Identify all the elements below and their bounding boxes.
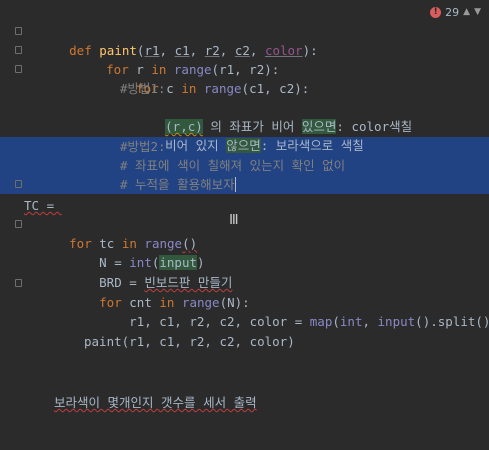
code-line-8[interactable]: # 좌표에 색이 칠해져 있는지 확인 없이 xyxy=(0,156,489,175)
chevron-up-icon[interactable]: ▲ xyxy=(463,7,470,17)
code-line-9[interactable]: # 누적을 활용해보자 xyxy=(0,175,489,194)
code-line-15[interactable]: r1, c1, r2, c2, color = map(int, input()… xyxy=(0,293,489,329)
code-line-12[interactable]: N = int(input) xyxy=(0,234,489,270)
code-text: 보라색이 몇개인지 갯수를 세서 출력 xyxy=(54,395,257,410)
code-line-10[interactable]: TC = xyxy=(0,196,489,215)
mouse-ibeam-icon: Ⅲ xyxy=(229,212,239,228)
fold-toggle-icon[interactable] xyxy=(15,220,22,228)
inspection-widget[interactable]: ! 29 ▲ ▼ xyxy=(430,4,481,20)
code-line-7[interactable]: #방법2: xyxy=(0,137,489,156)
code-line-6[interactable]: 비어 있지 않으면: 보라색으로 색칠 xyxy=(0,117,489,153)
code-line-1[interactable]: def paint(r1, c1, r2, c2, color): xyxy=(0,22,489,58)
code-line-4[interactable]: #방법1: xyxy=(0,79,489,98)
comment: # 좌표에 색이 칠해져 있는지 확인 없이 xyxy=(120,158,346,173)
fold-toggle-icon[interactable] xyxy=(15,65,22,73)
code-text: r1, c1, r2, c2, color = xyxy=(129,314,310,329)
text-caret xyxy=(234,177,236,192)
error-count: 29 xyxy=(445,5,460,19)
error-icon: ! xyxy=(430,6,442,18)
fold-toggle-icon[interactable] xyxy=(15,180,22,188)
code-text: ().split()) xyxy=(415,314,489,329)
builtin-input: input xyxy=(377,314,416,329)
fold-toggle-icon[interactable] xyxy=(15,279,22,287)
code-line-14[interactable]: for cnt in range(N): xyxy=(0,274,489,310)
code-line-3[interactable]: for c in range(c1, c2): xyxy=(0,60,489,96)
comment: #방법1: xyxy=(120,81,166,96)
comma: , xyxy=(362,314,378,329)
builtin-map: map xyxy=(309,314,333,329)
code-editor[interactable]: ! 29 ▲ ▼ def paint(r1, c1, r2, c2, color… xyxy=(0,0,489,443)
paren: ( xyxy=(332,314,340,329)
code-text: TC = xyxy=(24,198,62,213)
builtin-int: int xyxy=(339,314,363,329)
code-line-17[interactable]: paint(r1, c1, r2, c2, color) xyxy=(0,332,489,351)
comment: #방법2: xyxy=(120,139,166,154)
fold-toggle-icon[interactable] xyxy=(15,27,22,35)
code-line-5[interactable]: (r,c) 의 좌표가 비어 있으면: color색칠 xyxy=(0,98,489,134)
code-text: paint(r1, c1, r2, c2, color) xyxy=(84,334,295,349)
comment: # 누적을 활용해보자 xyxy=(120,177,235,192)
chevron-down-icon[interactable]: ▼ xyxy=(474,7,481,17)
code-line-11[interactable]: for tc in range() xyxy=(0,215,489,251)
code-line-20[interactable]: 보라색이 몇개인지 갯수를 세서 출력 xyxy=(0,393,489,412)
fold-toggle-icon[interactable] xyxy=(15,46,22,54)
code-line-2[interactable]: for r in range(r1, r2): xyxy=(0,41,489,77)
code-line-13[interactable]: BRD = 빈보드판 만들기 xyxy=(0,254,489,290)
